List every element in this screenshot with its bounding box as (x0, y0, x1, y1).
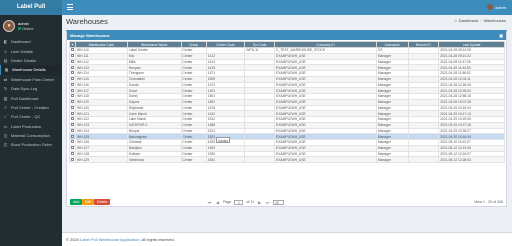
check-icon: ✓ (3, 114, 8, 120)
sidebar-item-label: User Details (11, 48, 33, 54)
top-user-menu[interactable]: admin (487, 4, 506, 10)
table-cell: 1531 (205, 156, 246, 163)
warehouse-icon: ▦ (4, 67, 9, 73)
sidebar-item-label: Pull Dashboard (11, 95, 39, 101)
table-cell: WH-129 (75, 156, 128, 163)
chart-icon: ▥ (3, 95, 8, 101)
sidebar-item-4[interactable]: ⇄ Warehouse Flow Centre (0, 75, 62, 84)
home-icon: ⌂ (454, 18, 457, 23)
table-body: WH-110 Label Center Center WPD-11 C_TEST_WAR… (69, 47, 505, 163)
user-panel: ● admin Online (0, 15, 62, 37)
next-page-icon[interactable]: ▶ (257, 200, 262, 205)
sidebar-item-5[interactable]: ↻ Data Sync Log (0, 84, 62, 93)
sidebar: Label Pull ● admin Online ◧ Dashboard ☺ Use… (0, 0, 62, 246)
collapse-icon[interactable]: ▣ (499, 32, 503, 40)
breadcrumb-separator: › (480, 18, 482, 23)
sidebar-item-label: Warehouse Details (12, 67, 46, 73)
table-cell: Center (180, 156, 207, 163)
prev-page-icon[interactable]: ◀ (215, 200, 220, 205)
order-icon: ◰ (3, 142, 8, 148)
sidebar-item-0[interactable]: ◧ Dashboard (0, 37, 62, 46)
view-count: View 1 - 20 of 206 (474, 200, 503, 204)
app-root: Label Pull ● admin Online ◧ Dashboard ☺ Use… (0, 0, 512, 246)
pager: ⏮ ◀ Page 1 of 11 ▶ ⏭ 20 (207, 199, 285, 205)
sidebar-item-7[interactable]: ≡ Pull Center - Created (0, 103, 62, 112)
last-page-icon[interactable]: ⏭ (265, 200, 270, 205)
sidebar-item-9[interactable]: ▭ Label Production (0, 122, 62, 131)
user-icon: ☺ (3, 48, 8, 54)
dashboard-icon: ◧ (3, 39, 8, 45)
sidebar-item-2[interactable]: ▤ Dealer Details (0, 56, 62, 65)
brand-logo[interactable]: Label Pull (0, 0, 62, 15)
sidebar-item-3[interactable]: ▦ Warehouse Details (0, 65, 62, 75)
table-cell (244, 156, 276, 163)
sidebar-nav: ◧ Dashboard ☺ User Details ▤ Dealer Details ▦ W… (0, 37, 62, 150)
sidebar-item-label: Data Sync Log (11, 86, 38, 92)
page-label: Page (223, 200, 232, 204)
top-avatar (487, 4, 494, 10)
user-status: Online (18, 26, 34, 31)
grid-title: Manage Warehouses ▣ (67, 32, 506, 40)
avatar: ● (3, 20, 15, 32)
table-cell: Vambhara (126, 156, 182, 163)
page-number-input[interactable]: 1 (234, 199, 244, 205)
sidebar-item-8[interactable]: ✓ Pull Center - QC (0, 112, 62, 121)
sidebar-item-1[interactable]: ☺ User Details (0, 46, 62, 55)
breadcrumb-current: Warehouses (483, 18, 506, 23)
flow-icon: ⇄ (3, 76, 8, 82)
page-footer: © 2024 Label Pull Warehouse Application.… (62, 232, 512, 246)
footer-copyright: © 2024 (66, 237, 79, 242)
breadcrumb-home[interactable]: Dashboard (459, 18, 479, 23)
cell-tooltip: Center (216, 137, 230, 143)
page-of-label: of 11 (246, 200, 255, 204)
rows-per-page-select[interactable]: 20 (273, 199, 285, 205)
add-button[interactable]: Add (70, 199, 83, 205)
edit-button[interactable]: Edit (82, 199, 95, 205)
sidebar-item-label: Bond Production Order (11, 142, 52, 148)
sidebar-item-label: Pull Center - Created (11, 104, 49, 110)
warehouse-grid-box: Manage Warehouses ▣ Warehouse Code Wareho… (66, 30, 507, 207)
sidebar-item-6[interactable]: ▥ Pull Dashboard (0, 93, 62, 102)
dealer-icon: ▤ (3, 57, 8, 63)
sidebar-item-10[interactable]: ◫ Material Consumption (0, 131, 62, 140)
online-dot-icon (18, 27, 21, 30)
material-icon: ◫ (3, 133, 8, 139)
page-title: Warehouses (66, 17, 108, 26)
sidebar-item-label: Label Production (11, 123, 42, 129)
sidebar-item-label: Pull Center - QC (11, 114, 41, 120)
table-cell: EXAMPLEWH_USE (274, 156, 377, 163)
footer-rights: All rights reserved. (141, 237, 175, 242)
breadcrumb: ⌂ Dashboard › Warehouses (454, 18, 506, 23)
topbar: admin (62, 0, 512, 15)
list-icon: ≡ (4, 104, 7, 110)
first-page-icon[interactable]: ⏮ (207, 200, 212, 205)
sidebar-item-label: Warehouse Flow Centre (11, 76, 54, 82)
warehouse-table: Warehouse Code Warehouse Name Group Center … (69, 41, 505, 163)
table-cell: Manager (375, 156, 409, 163)
sidebar-item-11[interactable]: ◰ Bond Production Order (0, 140, 62, 149)
table-cell (407, 156, 440, 163)
menu-toggle-icon[interactable] (67, 4, 73, 10)
footer-link[interactable]: Label Pull Warehouse Application. (80, 237, 141, 242)
table-cell: 2021-05-12 12:28:53 (438, 156, 505, 163)
sidebar-item-label: Dashboard (11, 39, 31, 45)
label-icon: ▭ (3, 123, 8, 129)
sidebar-item-label: Material Consumption (11, 133, 50, 139)
delete-button[interactable]: Delete (94, 199, 111, 205)
top-user-name: admin (495, 4, 506, 10)
table-row[interactable]: WH-129 Vambhara Center 1531 EXAMPLEWH_USE Man… (69, 156, 505, 163)
sync-icon: ↻ (3, 86, 8, 92)
sidebar-item-label: Dealer Details (11, 57, 37, 63)
